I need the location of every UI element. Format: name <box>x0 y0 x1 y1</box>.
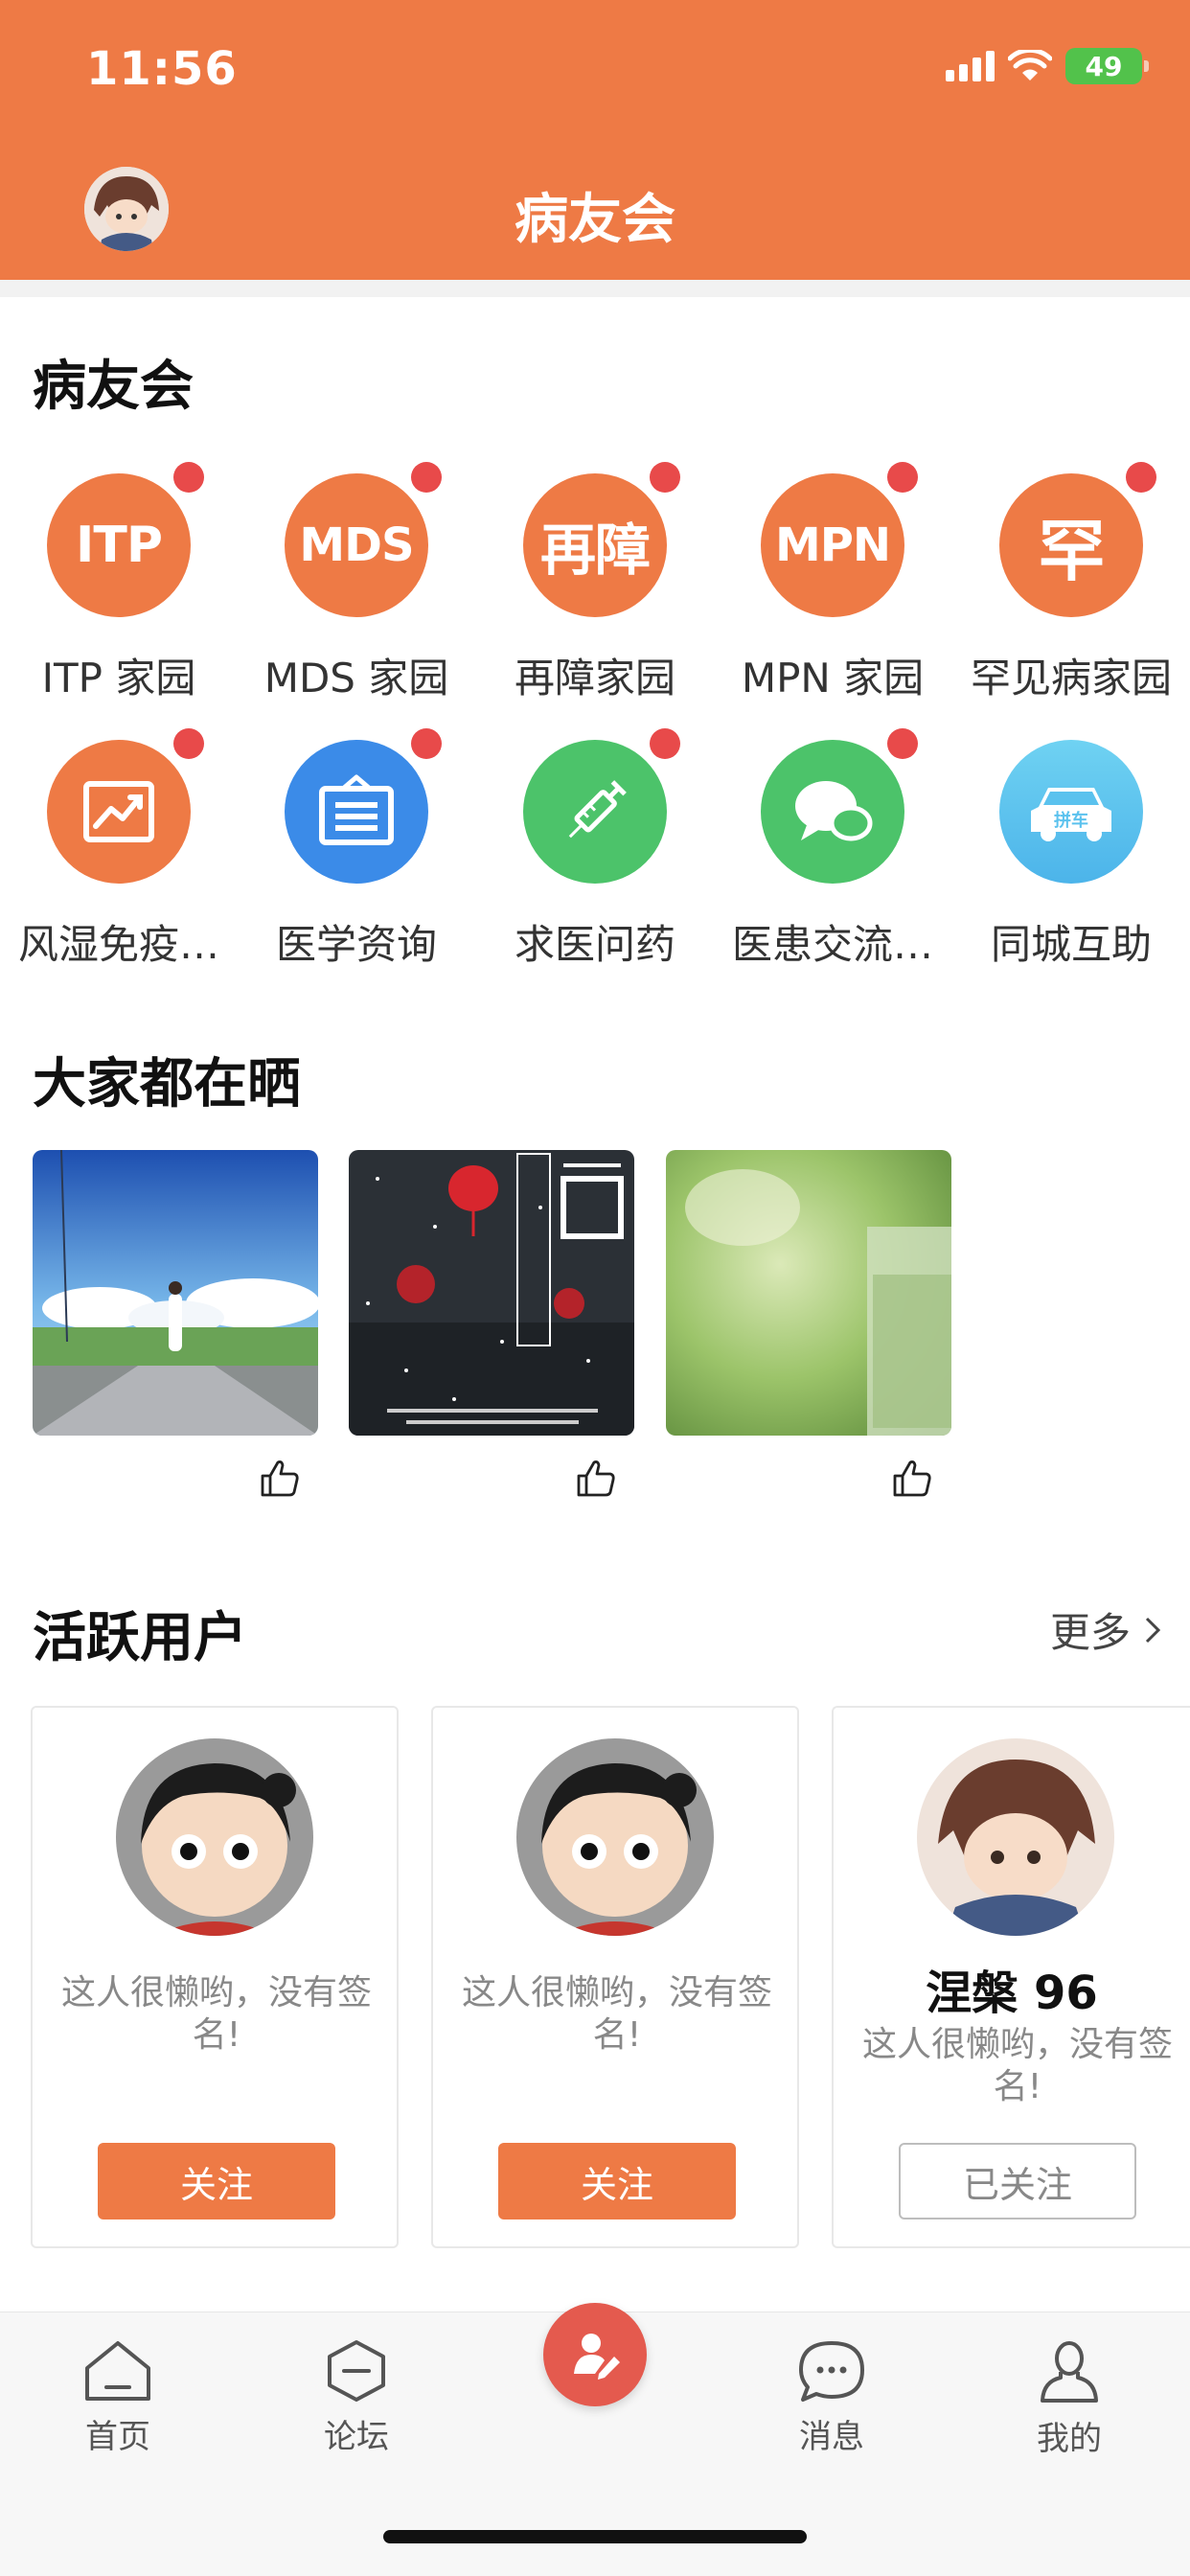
wifi-icon <box>1008 50 1052 80</box>
followed-button[interactable]: 已关注 <box>899 2143 1136 2220</box>
user-card[interactable]: 涅槃 96 这人很懒哟，没有签名! 已关注 <box>832 1706 1190 2248</box>
tab-label: 消息 <box>799 2418 864 2456</box>
showcase-photo[interactable] <box>666 1150 951 1436</box>
user-signature: 这人很懒哟，没有签名! <box>462 1973 773 2055</box>
aplastic-anemia-icon: 再障 <box>523 462 680 617</box>
notification-dot <box>411 728 442 759</box>
chat-icon <box>761 728 918 884</box>
header-divider <box>0 280 1190 297</box>
user-avatar[interactable] <box>917 1738 1114 1936</box>
showcase-photo[interactable] <box>349 1150 634 1436</box>
grid-item-label: 求医问药 <box>514 921 675 968</box>
grid-item-label: 罕见病家园 <box>970 655 1172 702</box>
itp-icon: ITP <box>47 462 204 617</box>
grid-item-itp[interactable]: ITP ITP 家园 <box>0 462 238 704</box>
grid-item-label: 医患交流… <box>731 921 933 968</box>
more-label: 更多 <box>1049 1609 1131 1656</box>
showcase-photo[interactable] <box>33 1150 318 1436</box>
battery-icon: 49 <box>1065 48 1149 84</box>
user-signature: 这人很懒哟，没有签名! <box>862 2025 1174 2106</box>
showcase-section-title: 大家都在晒 <box>33 1053 301 1116</box>
home-icon <box>85 2341 150 2401</box>
car-icon: 拼车 <box>999 740 1143 884</box>
notification-dot <box>650 462 680 493</box>
status-icons: 49 <box>946 48 1149 84</box>
car-icon-label: 拼车 <box>1054 810 1088 831</box>
grid-item-label: 再障家园 <box>514 655 675 702</box>
grid-item-seek-medicine[interactable]: 求医问药 <box>476 728 714 971</box>
user-avatar[interactable] <box>116 1738 313 1936</box>
thumbs-up-icon[interactable] <box>575 1457 617 1499</box>
grid-item-label: 医学资询 <box>275 921 437 968</box>
grid-item-medical-info[interactable]: 医学资询 <box>238 728 475 971</box>
notification-dot <box>173 728 204 759</box>
user-signature: 这人很懒哟，没有签名! <box>61 1973 373 2055</box>
grid-item-label: 风湿免疫… <box>17 921 219 968</box>
rare-disease-icon: 罕 <box>999 462 1156 617</box>
mpn-icon: MPN <box>761 462 918 617</box>
post-icon <box>574 2334 620 2380</box>
tab-messages[interactable]: 消息 <box>736 2339 927 2457</box>
post-button[interactable] <box>543 2303 647 2406</box>
profile-icon <box>1041 2341 1098 2403</box>
tab-forum[interactable]: 论坛 <box>261 2339 452 2457</box>
notification-dot <box>411 462 442 493</box>
notification-dot <box>650 728 680 759</box>
grid-item-label: 同城互助 <box>990 921 1152 968</box>
page-title: 病友会 <box>515 189 675 251</box>
community-section-title: 病友会 <box>33 356 194 418</box>
grid-item-mds[interactable]: MDS MDS 家园 <box>238 462 475 704</box>
top-header: 11:56 49 病友会 <box>0 0 1190 280</box>
tab-label: 我的 <box>1037 2420 1102 2458</box>
grid-item-label: MPN 家园 <box>741 655 925 702</box>
tab-label: 首页 <box>85 2418 150 2456</box>
grid-item-doctor-patient[interactable]: 医患交流… <box>714 728 951 971</box>
grid-item-rheumatism[interactable]: 风湿免疫… <box>0 728 238 971</box>
battery-level: 49 <box>1085 50 1123 82</box>
mds-icon: MDS <box>285 462 442 617</box>
notification-dot <box>1126 462 1156 493</box>
more-link[interactable]: 更多 <box>1050 1600 1161 1659</box>
user-card[interactable]: 这人很懒哟，没有签名! 关注 <box>31 1706 399 2248</box>
home-indicator <box>383 2530 807 2543</box>
thumbs-up-icon[interactable] <box>259 1457 301 1499</box>
user-avatar[interactable] <box>516 1738 714 1936</box>
cellular-signal-icon <box>946 51 995 81</box>
grid-item-rare[interactable]: 罕 罕见病家园 <box>952 462 1190 704</box>
tab-label: 论坛 <box>324 2418 389 2456</box>
follow-button[interactable]: 关注 <box>98 2143 335 2220</box>
tab-home[interactable]: 首页 <box>22 2339 214 2457</box>
thumbs-up-icon[interactable] <box>891 1457 933 1499</box>
grid-item-label: ITP 家园 <box>41 655 196 702</box>
notification-dot <box>173 462 204 493</box>
notification-dot <box>887 462 918 493</box>
tab-profile[interactable]: 我的 <box>973 2339 1165 2459</box>
active-users-section-title: 活跃用户 <box>33 1607 247 1669</box>
chevron-right-icon <box>1145 1617 1161 1643</box>
user-card[interactable]: 这人很懒哟，没有签名! 关注 <box>431 1706 799 2248</box>
user-name: 涅槃 96 <box>926 1966 1098 2020</box>
follow-button[interactable]: 关注 <box>498 2143 736 2220</box>
status-time: 11:56 <box>86 42 238 96</box>
syringe-icon <box>523 728 680 884</box>
chart-icon <box>47 728 204 884</box>
message-icon <box>799 2341 864 2402</box>
grid-item-local-help[interactable]: 拼车 同城互助 <box>952 740 1190 971</box>
board-icon <box>285 728 442 884</box>
grid-item-label: MDS 家园 <box>263 655 449 702</box>
grid-item-aplastic[interactable]: 再障 再障家园 <box>476 462 714 704</box>
forum-icon <box>328 2340 385 2402</box>
grid-item-mpn[interactable]: MPN MPN 家园 <box>714 462 951 704</box>
notification-dot <box>887 728 918 759</box>
